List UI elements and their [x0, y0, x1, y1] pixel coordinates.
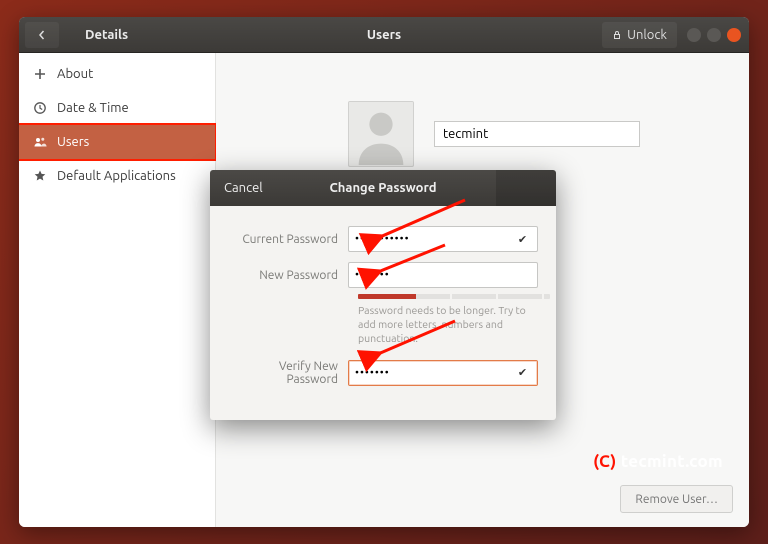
- verify-password-label: Verify New Password: [228, 360, 348, 386]
- strength-bar: [358, 294, 550, 299]
- watermark-prefix: (C): [593, 452, 616, 471]
- confirm-button[interactable]: [496, 170, 556, 206]
- unlock-label: Unlock: [627, 28, 667, 42]
- dialog-header: Cancel Change Password: [210, 170, 556, 206]
- sidebar-item-label: Users: [57, 135, 89, 149]
- dialog-body: Current Password ✔ New Password Password…: [210, 206, 556, 420]
- sidebar-item-datetime[interactable]: Date & Time: [19, 91, 215, 125]
- current-password-input[interactable]: ✔: [348, 226, 538, 252]
- clock-icon: [33, 101, 47, 115]
- sidebar: About Date & Time Users Default Applicat…: [19, 53, 216, 527]
- minimize-button[interactable]: [687, 28, 701, 42]
- star-icon: [33, 169, 47, 183]
- current-password-row: Current Password ✔: [228, 226, 538, 252]
- current-password-field[interactable]: [355, 233, 515, 245]
- lock-icon: [612, 30, 622, 40]
- check-icon: ✔: [515, 366, 531, 379]
- new-password-label: New Password: [228, 269, 348, 282]
- sidebar-item-default-apps[interactable]: Default Applications: [19, 159, 215, 193]
- header-details: Details: [85, 28, 128, 42]
- sidebar-item-about[interactable]: About: [19, 57, 215, 91]
- full-name-input[interactable]: [434, 121, 640, 147]
- plus-icon: [33, 67, 47, 81]
- new-password-field[interactable]: [355, 269, 531, 281]
- close-button[interactable]: [727, 28, 741, 42]
- sidebar-item-label: Default Applications: [57, 169, 176, 183]
- password-strength: [358, 294, 538, 299]
- cancel-button[interactable]: Cancel: [210, 170, 277, 206]
- avatar-button[interactable]: [348, 101, 414, 167]
- watermark-text: tecmint.com: [617, 452, 723, 471]
- maximize-button[interactable]: [707, 28, 721, 42]
- new-password-row: New Password: [228, 262, 538, 288]
- chevron-left-icon: [37, 30, 47, 40]
- sidebar-item-label: About: [57, 67, 93, 81]
- header-bar: Details Users Unlock: [19, 17, 749, 53]
- avatar-placeholder-icon: [349, 101, 413, 166]
- sidebar-item-label: Date & Time: [57, 101, 129, 115]
- verify-password-input[interactable]: ✔: [348, 360, 538, 386]
- verify-password-row: Verify New Password ✔: [228, 360, 538, 386]
- dialog-title: Change Password: [329, 181, 436, 195]
- remove-user-button[interactable]: Remove User…: [620, 485, 733, 513]
- back-button[interactable]: [25, 22, 59, 48]
- sidebar-item-users[interactable]: Users: [19, 125, 215, 159]
- watermark: (C) tecmint.com: [593, 452, 723, 471]
- user-header: [348, 101, 640, 167]
- unlock-button[interactable]: Unlock: [602, 22, 677, 48]
- verify-password-field[interactable]: [355, 367, 515, 379]
- new-password-input[interactable]: [348, 262, 538, 288]
- window-controls: [687, 28, 741, 42]
- users-icon: [33, 135, 47, 149]
- current-password-label: Current Password: [228, 233, 348, 246]
- check-icon: ✔: [515, 233, 531, 246]
- header-title: Users: [367, 28, 401, 42]
- password-hint: Password needs to be longer. Try to add …: [358, 303, 538, 346]
- change-password-dialog: Cancel Change Password Current Password …: [210, 170, 556, 420]
